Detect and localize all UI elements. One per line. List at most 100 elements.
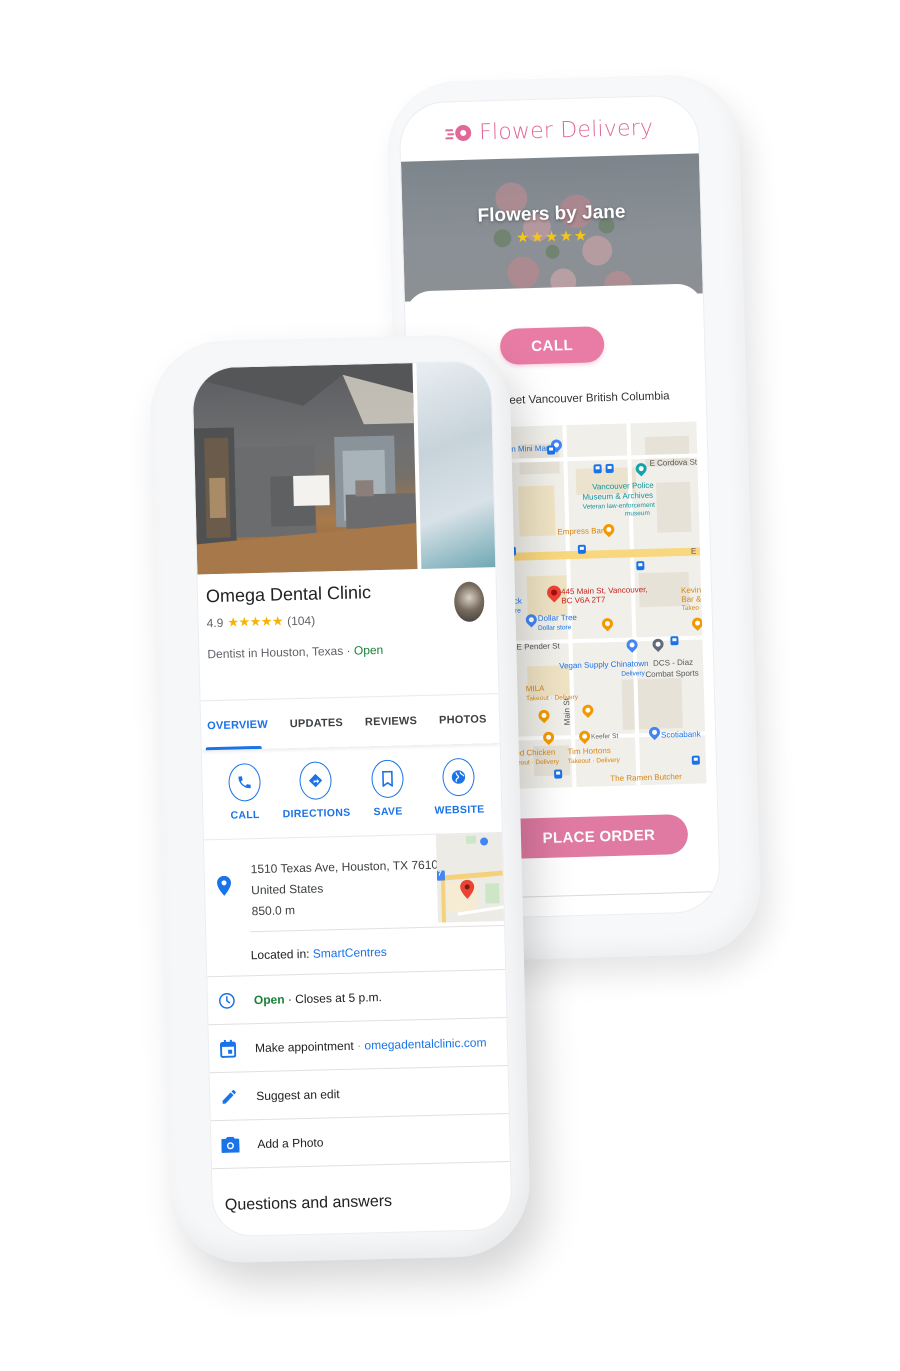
transit-icon bbox=[691, 755, 700, 765]
maps-listing-phone: Omega Dental Clinic 4.9 ★★★★★ (104) Dent… bbox=[148, 333, 532, 1265]
listing-tabs: OVERVIEW UPDATES REVIEWS PHOTOS ABOUT bbox=[200, 693, 513, 751]
map-label: museum bbox=[624, 509, 650, 518]
map-label: keout · Delivery bbox=[513, 758, 560, 767]
shop-location-map[interactable]: ain Mini Mart E Cordova St Vancouver Pol… bbox=[504, 421, 707, 789]
review-count: (104) bbox=[286, 613, 316, 629]
appointment-label: Make appointment bbox=[254, 1038, 354, 1056]
business-category: Dentist in Houston, Texas bbox=[207, 643, 344, 662]
map-label: MILA bbox=[525, 683, 545, 694]
located-in-label: Located in: bbox=[250, 946, 313, 963]
located-in-row: Located in: SmartCentres bbox=[250, 925, 506, 976]
add-photo-label: Add a Photo bbox=[257, 1135, 324, 1152]
separator: · bbox=[343, 643, 355, 658]
transit-icon bbox=[554, 769, 563, 779]
app-header: Flower Delivery bbox=[399, 95, 699, 161]
map-label: Takeout · Delivery bbox=[567, 756, 620, 766]
map-main-road bbox=[507, 547, 701, 561]
open-status: Open bbox=[353, 642, 384, 658]
location-pin-icon bbox=[215, 875, 233, 896]
address-minimap[interactable]: 7 bbox=[435, 833, 505, 923]
globe-icon bbox=[442, 757, 476, 797]
questions-and-answers-heading: Questions and answers bbox=[211, 1160, 512, 1238]
transit-icon bbox=[546, 445, 556, 455]
map-label: Empress Bar bbox=[557, 526, 604, 537]
map-label: ied Chicken bbox=[513, 747, 556, 758]
map-label: ain Mini Mart bbox=[504, 443, 551, 454]
map-block bbox=[621, 678, 683, 730]
camera-icon bbox=[221, 1135, 240, 1155]
call-action-button[interactable]: CALL bbox=[209, 762, 280, 822]
restaurant-pin-icon bbox=[540, 729, 557, 746]
map-label: DCS - Diaz bbox=[652, 657, 694, 668]
call-button[interactable]: CALL bbox=[499, 326, 605, 365]
clinic-interior-photo[interactable] bbox=[192, 363, 418, 575]
map-label: Scotiabank bbox=[660, 729, 701, 740]
map-label: The Ramen Butcher bbox=[610, 772, 682, 784]
transit-icon bbox=[636, 561, 645, 571]
pencil-icon bbox=[220, 1087, 238, 1107]
shop-address: · Street Vancouver British Columbia bbox=[487, 390, 670, 408]
map-label: Dollar Tree bbox=[537, 612, 578, 624]
save-action-label: SAVE bbox=[373, 805, 403, 819]
business-name: Omega Dental Clinic bbox=[205, 582, 372, 607]
map-label: E Pender St bbox=[516, 641, 560, 652]
calendar-icon bbox=[219, 1039, 237, 1059]
photo-gallery[interactable] bbox=[192, 361, 496, 575]
map-label: Dollar store bbox=[537, 624, 572, 633]
map-label: Main St bbox=[562, 698, 572, 726]
map-label: Combat Sports bbox=[645, 668, 699, 680]
tab-updates[interactable]: UPDATES bbox=[290, 716, 343, 729]
map-block bbox=[656, 481, 692, 533]
user-settings-icon[interactable] bbox=[671, 909, 700, 921]
clock-icon bbox=[218, 991, 236, 1011]
tab-about[interactable]: ABOUT bbox=[508, 711, 512, 724]
place-order-button[interactable]: PLACE ORDER bbox=[509, 813, 689, 859]
tab-reviews[interactable]: REVIEWS bbox=[365, 715, 417, 728]
shop-hero-banner: Flowers by Jane ★★★★★ bbox=[400, 153, 703, 302]
website-action-button[interactable]: WEBSITE bbox=[423, 757, 494, 817]
map-label: Keefer St bbox=[591, 732, 619, 741]
address-row[interactable]: 1510 Texas Ave, Houston, TX 76102 United… bbox=[204, 833, 505, 932]
address-text: 1510 Texas Ave, Houston, TX 76102 United… bbox=[250, 854, 446, 922]
tab-overview[interactable]: OVERVIEW bbox=[207, 718, 268, 731]
category-line: Dentist in Houston, Texas · Open bbox=[207, 640, 487, 661]
restaurant-pin-icon bbox=[536, 707, 552, 724]
app-title: Flower Delivery bbox=[478, 115, 654, 145]
map-label: Takeo bbox=[681, 604, 700, 613]
transit-icon bbox=[593, 464, 602, 474]
map-label: E Cordova St bbox=[649, 457, 698, 468]
map-label: Delivery bbox=[621, 670, 645, 678]
hours-text: Open · Closes at 5 p.m. bbox=[254, 990, 382, 1007]
cart-icon[interactable] bbox=[602, 911, 631, 921]
save-action-button[interactable]: SAVE bbox=[352, 759, 423, 819]
suggest-edit-label: Suggest an edit bbox=[256, 1087, 340, 1104]
suggest-edit-row[interactable]: Suggest an edit bbox=[209, 1064, 509, 1121]
call-action-label: CALL bbox=[230, 808, 260, 822]
map-block bbox=[518, 485, 556, 537]
map-label: E bbox=[690, 546, 697, 556]
map-label: BC V6A 2T7 bbox=[561, 595, 606, 606]
rating-stars-icon: ★★★★★ bbox=[227, 613, 284, 630]
phone-icon bbox=[227, 762, 261, 802]
dental-chair-photo[interactable] bbox=[416, 361, 496, 569]
rating-row[interactable]: 4.9 ★★★★★ (104) bbox=[206, 608, 486, 631]
transit-icon bbox=[605, 463, 614, 474]
cafe-pin-icon bbox=[689, 615, 706, 631]
quick-actions: CALL DIRECTIONS SAVE WEBSITE bbox=[201, 743, 502, 841]
route-number: 7 bbox=[437, 870, 442, 878]
directions-action-label: DIRECTIONS bbox=[282, 806, 351, 821]
heart-icon[interactable] bbox=[533, 913, 562, 921]
add-photo-row[interactable]: Add a Photo bbox=[210, 1112, 510, 1169]
appointment-text: Make appointment · omegadentalclinic.com bbox=[255, 1035, 487, 1055]
rating-value: 4.9 bbox=[206, 615, 224, 631]
hours-row[interactable]: Open · Closes at 5 p.m. bbox=[207, 969, 507, 1025]
appointment-link[interactable]: omegadentalclinic.com bbox=[364, 1035, 486, 1052]
hours-open-status: Open bbox=[253, 992, 285, 1008]
tab-photos[interactable]: PHOTOS bbox=[439, 713, 487, 726]
maps-listing-screen: Omega Dental Clinic 4.9 ★★★★★ (104) Dent… bbox=[191, 360, 513, 1238]
website-action-label: WEBSITE bbox=[434, 803, 485, 817]
flower-logo-icon bbox=[445, 123, 474, 144]
directions-action-button[interactable]: DIRECTIONS bbox=[280, 761, 351, 821]
located-in-link[interactable]: SmartCentres bbox=[313, 945, 387, 961]
appointment-row[interactable]: Make appointment · omegadentalclinic.com bbox=[208, 1017, 508, 1073]
